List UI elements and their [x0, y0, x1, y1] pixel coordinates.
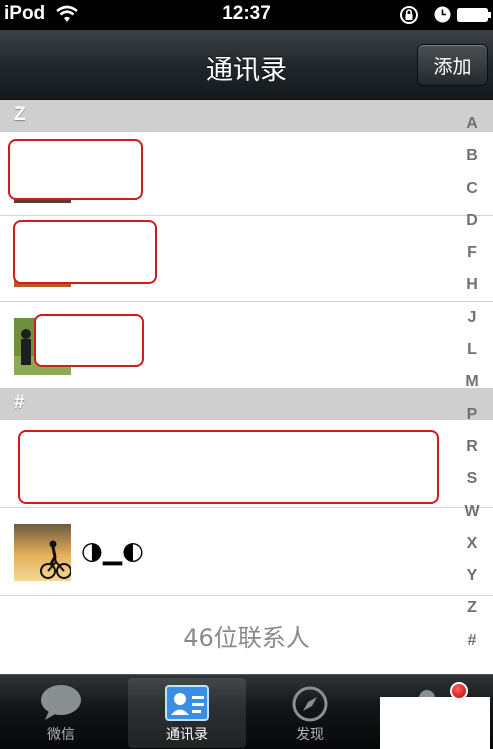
tab-contacts[interactable]: 通讯录: [128, 678, 246, 748]
status-bar: iPod 12:37: [0, 0, 493, 30]
index-letter[interactable]: H: [458, 276, 486, 308]
add-contact-button[interactable]: 添加: [417, 44, 488, 86]
index-letter[interactable]: S: [458, 470, 486, 502]
compass-icon: [292, 686, 328, 722]
contact-row[interactable]: [0, 420, 493, 508]
status-time: 12:37: [222, 3, 271, 24]
index-letter[interactable]: Y: [458, 567, 486, 599]
chat-bubble-icon: [41, 685, 81, 720]
contact-avatar: [14, 524, 71, 581]
index-letter[interactable]: J: [458, 309, 486, 341]
redaction-box: [34, 314, 144, 367]
index-letter[interactable]: R: [458, 438, 486, 470]
contact-row[interactable]: ◑▁◐: [0, 508, 493, 596]
contact-count: 46位联系人: [183, 623, 310, 652]
contacts-card-icon: [165, 685, 209, 721]
index-letter[interactable]: B: [458, 147, 486, 179]
contact-name: ◑▁◐: [81, 536, 144, 565]
section-header-hash: #: [0, 388, 493, 420]
index-letter[interactable]: F: [458, 244, 486, 276]
index-letter[interactable]: P: [458, 406, 486, 438]
index-letter[interactable]: M: [458, 373, 486, 405]
navigation-bar: 通讯录 添加: [0, 30, 493, 100]
battery-icon: [457, 8, 491, 22]
cyclist-photo-icon: [14, 524, 71, 581]
contact-row[interactable]: [0, 216, 493, 302]
rotation-lock-icon: [400, 6, 418, 24]
index-letter[interactable]: A: [458, 115, 486, 147]
section-header-z: Z: [0, 100, 493, 132]
index-letter[interactable]: #: [458, 632, 486, 664]
index-letter[interactable]: X: [458, 535, 486, 567]
index-letter[interactable]: L: [458, 341, 486, 373]
tab-discover[interactable]: 发现: [251, 678, 369, 748]
alphabet-index[interactable]: A B C D F H J L M P R S W X Y Z #: [458, 115, 486, 664]
alarm-clock-icon: [434, 6, 451, 23]
tab-discover-label: 发现: [296, 727, 324, 743]
notification-badge: [450, 682, 468, 700]
contact-row[interactable]: [0, 132, 493, 216]
index-letter[interactable]: D: [458, 212, 486, 244]
tab-chats-label: 微信: [47, 727, 75, 743]
index-letter[interactable]: Z: [458, 599, 486, 631]
contact-row[interactable]: [0, 302, 493, 388]
tab-contacts-label: 通讯录: [166, 727, 208, 743]
index-letter[interactable]: C: [458, 180, 486, 212]
redaction-box: [380, 697, 490, 749]
redaction-box: [13, 220, 157, 284]
redaction-box: [8, 139, 143, 200]
redaction-box: [18, 430, 439, 504]
tab-chats[interactable]: 微信: [2, 678, 120, 748]
index-letter[interactable]: W: [458, 503, 486, 535]
